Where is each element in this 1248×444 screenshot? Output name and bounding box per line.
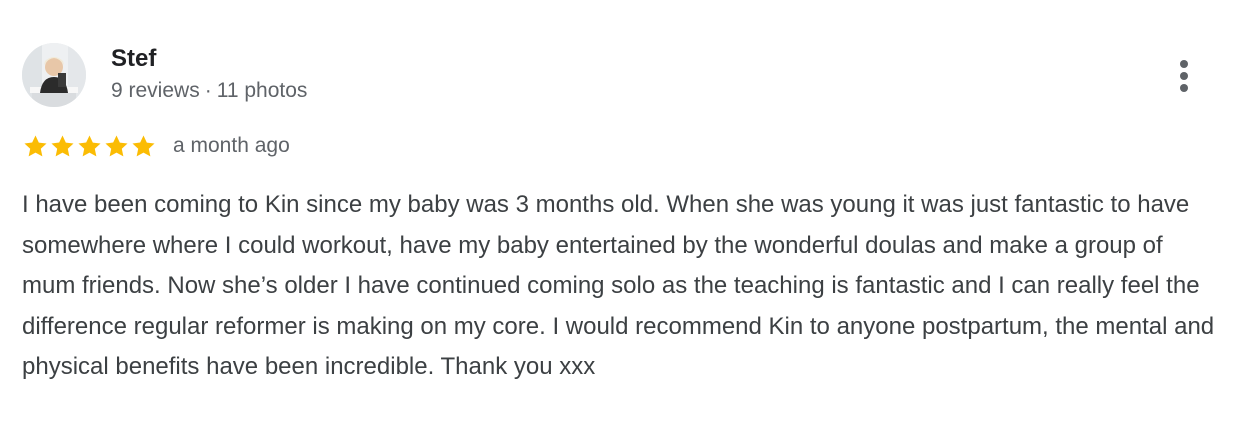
- reviewer-name[interactable]: Stef: [111, 44, 156, 74]
- more-options-button[interactable]: [1168, 56, 1200, 96]
- star-filled-icon: [51, 134, 74, 156]
- reviewer-meta: 9 reviews · 11 photos: [111, 78, 307, 104]
- avatar-image: [22, 43, 86, 107]
- more-vert-icon-dot: [1180, 72, 1188, 80]
- more-vert-icon-dot: [1180, 84, 1188, 92]
- photo-count: 11 photos: [216, 79, 308, 102]
- star-filled-icon: [105, 134, 128, 156]
- review-count: 9 reviews: [111, 79, 200, 102]
- rating-row: a month ago: [22, 130, 290, 162]
- star-filled-icon: [78, 134, 101, 156]
- star-filled-icon: [24, 134, 47, 156]
- star-filled-icon: [132, 134, 155, 156]
- meta-separator: ·: [204, 79, 212, 102]
- review-text: I have been coming to Kin since my baby …: [22, 191, 1215, 380]
- more-vert-icon: [1180, 60, 1188, 68]
- review-card: Stef 9 reviews · 11 photos a month ago I h…: [0, 0, 1248, 444]
- star-rating: [22, 133, 157, 160]
- review-date: a month ago: [173, 134, 290, 157]
- avatar[interactable]: [22, 43, 86, 107]
